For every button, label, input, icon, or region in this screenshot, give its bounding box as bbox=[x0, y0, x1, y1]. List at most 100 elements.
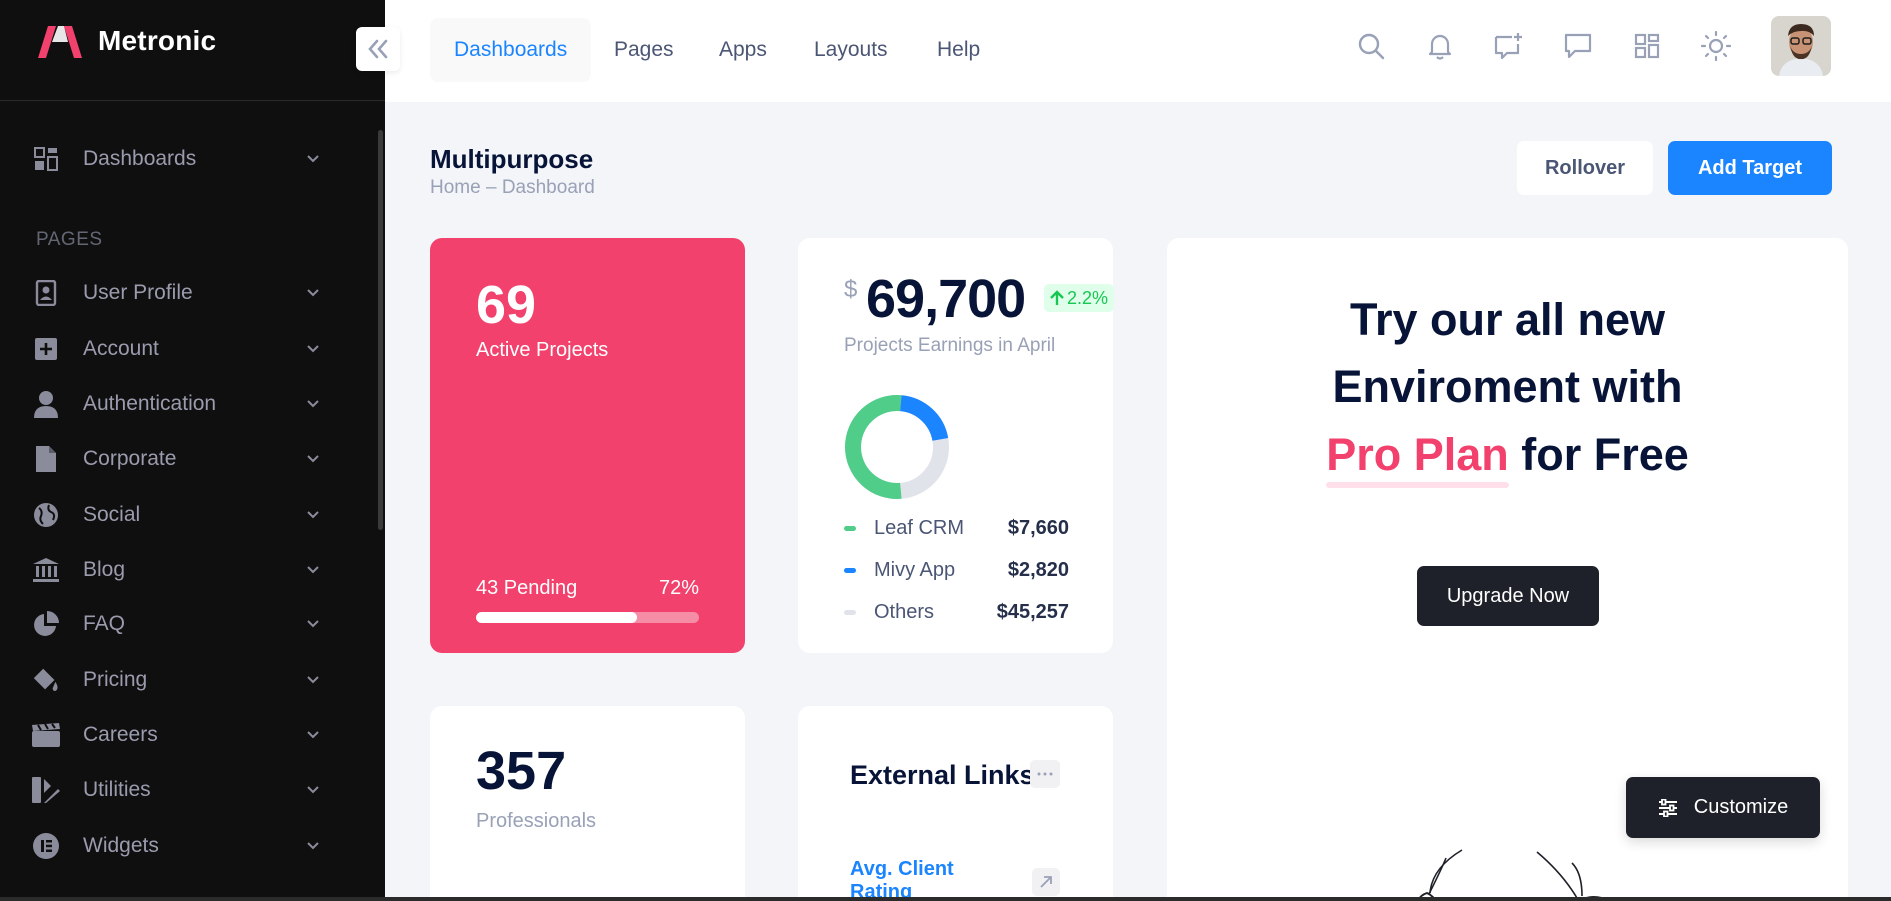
arrow-up-icon bbox=[1050, 290, 1064, 305]
chevron-down-icon bbox=[307, 620, 319, 628]
promo-heading-rest: for Free bbox=[1521, 429, 1689, 480]
legend-dot bbox=[844, 525, 856, 531]
sidebar-item-label: Utilities bbox=[83, 778, 151, 801]
progress-bar-fill bbox=[476, 612, 637, 623]
promo-heading-line: Enviroment with bbox=[1332, 361, 1683, 412]
earnings-label: Projects Earnings in April bbox=[844, 335, 1056, 356]
avatar[interactable] bbox=[1771, 16, 1831, 76]
change-badge: 2.2% bbox=[1044, 284, 1115, 312]
tab-dashboards[interactable]: Dashboards bbox=[430, 18, 592, 82]
legend-name: Mivy App bbox=[874, 558, 956, 581]
chevron-down-icon bbox=[307, 731, 319, 739]
elementor-icon bbox=[31, 831, 61, 861]
sidebar-item-corporate[interactable]: Corporate bbox=[0, 437, 345, 481]
page-title: Multipurpose bbox=[430, 144, 594, 174]
legend-dot bbox=[844, 609, 856, 615]
external-link-avg-client-rating[interactable]: Avg. Client Rating bbox=[850, 858, 990, 901]
customize-button[interactable]: Customize bbox=[1626, 777, 1820, 838]
dashboards-icon bbox=[31, 144, 61, 174]
sidebar-item-account[interactable]: Account bbox=[0, 327, 345, 371]
breadcrumb-separator: – bbox=[485, 177, 497, 198]
account-icon bbox=[31, 334, 61, 364]
user-profile-icon bbox=[31, 278, 61, 308]
sidebar-collapse-button[interactable] bbox=[356, 27, 400, 71]
sidebar-item-label: Account bbox=[83, 337, 159, 360]
sidebar-item-pricing[interactable]: Pricing bbox=[0, 658, 345, 702]
sidebar-item-user-profile[interactable]: User Profile bbox=[0, 271, 345, 315]
sidebar-divider bbox=[0, 100, 385, 101]
sidebar-item-label: Corporate bbox=[83, 447, 177, 470]
sidebar-item-widgets[interactable]: Widgets bbox=[0, 824, 345, 868]
chevron-down-icon bbox=[307, 289, 319, 297]
legend-value: $45,257 bbox=[996, 600, 1069, 623]
message-add-icon[interactable] bbox=[1492, 29, 1526, 63]
legend-item: Leaf CRM $7,660 bbox=[844, 514, 1069, 542]
sidebar-item-label: Dashboards bbox=[83, 147, 197, 170]
breadcrumb-current: Dashboard bbox=[501, 177, 595, 198]
sidebar-item-authentication[interactable]: Authentication bbox=[0, 382, 345, 426]
earnings-card: $ 69,700 2.2% Projects Earnings in April… bbox=[798, 238, 1115, 653]
sidebar-item-faq[interactable]: FAQ bbox=[0, 602, 345, 646]
promo-heading-line: Try our all new bbox=[1349, 294, 1666, 345]
customize-label: Customize bbox=[1693, 796, 1789, 818]
paint-bucket-icon bbox=[31, 665, 61, 695]
more-options-button[interactable] bbox=[1030, 760, 1060, 788]
search-icon[interactable] bbox=[1354, 29, 1388, 63]
sidebar-item-blog[interactable]: Blog bbox=[0, 548, 345, 592]
sidebar-section-title: PAGES bbox=[36, 229, 103, 250]
chevron-down-icon bbox=[307, 455, 319, 463]
breadcrumb-home[interactable]: Home bbox=[430, 177, 481, 198]
tab-apps[interactable]: Apps bbox=[695, 18, 791, 82]
legend-item: Mivy App $2,820 bbox=[844, 556, 1069, 584]
arrow-up-right-icon bbox=[1040, 876, 1052, 888]
progress-bar bbox=[476, 612, 699, 623]
window-bottom-border bbox=[0, 897, 1891, 901]
external-links-title: External Links bbox=[850, 760, 1035, 790]
donut-segment-mivy-app bbox=[899, 395, 949, 442]
promo-heading-line: Pro Plan for Free bbox=[1167, 429, 1848, 488]
sun-icon[interactable] bbox=[1699, 29, 1733, 63]
tab-pages[interactable]: Pages bbox=[590, 18, 698, 82]
bell-icon[interactable] bbox=[1423, 29, 1457, 63]
external-link-arrow-button[interactable] bbox=[1032, 868, 1060, 896]
design-tools-icon bbox=[31, 775, 61, 805]
sidebar-item-dashboards[interactable]: Dashboards bbox=[0, 137, 345, 181]
add-target-button[interactable]: Add Target bbox=[1668, 141, 1832, 195]
legend-value: $7,660 bbox=[1007, 516, 1069, 539]
professionals-card: 357 Professionals bbox=[430, 706, 745, 901]
brand[interactable]: Metronic bbox=[34, 22, 216, 60]
legend-item: Others $45,257 bbox=[844, 598, 1069, 626]
sidebar-item-social[interactable]: Social bbox=[0, 493, 345, 537]
legend-name: Leaf CRM bbox=[874, 516, 965, 539]
sidebar: Metronic Dashboards PAGES User Profile A… bbox=[0, 0, 385, 901]
sidebar-item-label: Pricing bbox=[83, 668, 148, 691]
earnings-donut-chart bbox=[845, 395, 949, 499]
pending-count: 43 Pending bbox=[476, 577, 578, 599]
brand-name: Metronic bbox=[98, 25, 217, 56]
dots-horizontal-icon bbox=[1037, 772, 1053, 776]
change-value: 2.2% bbox=[1067, 287, 1109, 308]
chevron-down-icon bbox=[307, 566, 319, 574]
sidebar-item-careers[interactable]: Careers bbox=[0, 713, 345, 757]
double-chevron-left-icon bbox=[368, 39, 388, 59]
grid-icon[interactable] bbox=[1630, 29, 1664, 63]
professionals-label: Professionals bbox=[476, 810, 597, 832]
upgrade-now-button[interactable]: Upgrade Now bbox=[1417, 566, 1599, 626]
promo-highlight-text: Pro Plan bbox=[1326, 429, 1509, 480]
chevron-down-icon bbox=[307, 786, 319, 794]
pie-chart-icon bbox=[31, 609, 61, 639]
sidebar-item-label: FAQ bbox=[83, 612, 126, 635]
sidebar-scrollbar[interactable] bbox=[378, 130, 383, 530]
sidebar-item-utilities[interactable]: Utilities bbox=[0, 768, 345, 812]
user-icon bbox=[31, 389, 61, 419]
donut-segment-leaf-crm bbox=[845, 395, 902, 499]
chat-icon[interactable] bbox=[1561, 29, 1595, 63]
currency-symbol: $ bbox=[844, 276, 858, 303]
tab-help[interactable]: Help bbox=[913, 18, 1004, 82]
header: Dashboards Pages Apps Layouts Help bbox=[385, 0, 1891, 102]
sidebar-item-label: Blog bbox=[83, 558, 126, 581]
rollover-button[interactable]: Rollover bbox=[1517, 141, 1653, 195]
tab-layouts[interactable]: Layouts bbox=[790, 18, 912, 82]
earnings-value: 69,700 bbox=[866, 269, 1026, 329]
external-links-card: External Links Avg. Client Rating bbox=[798, 706, 1113, 901]
